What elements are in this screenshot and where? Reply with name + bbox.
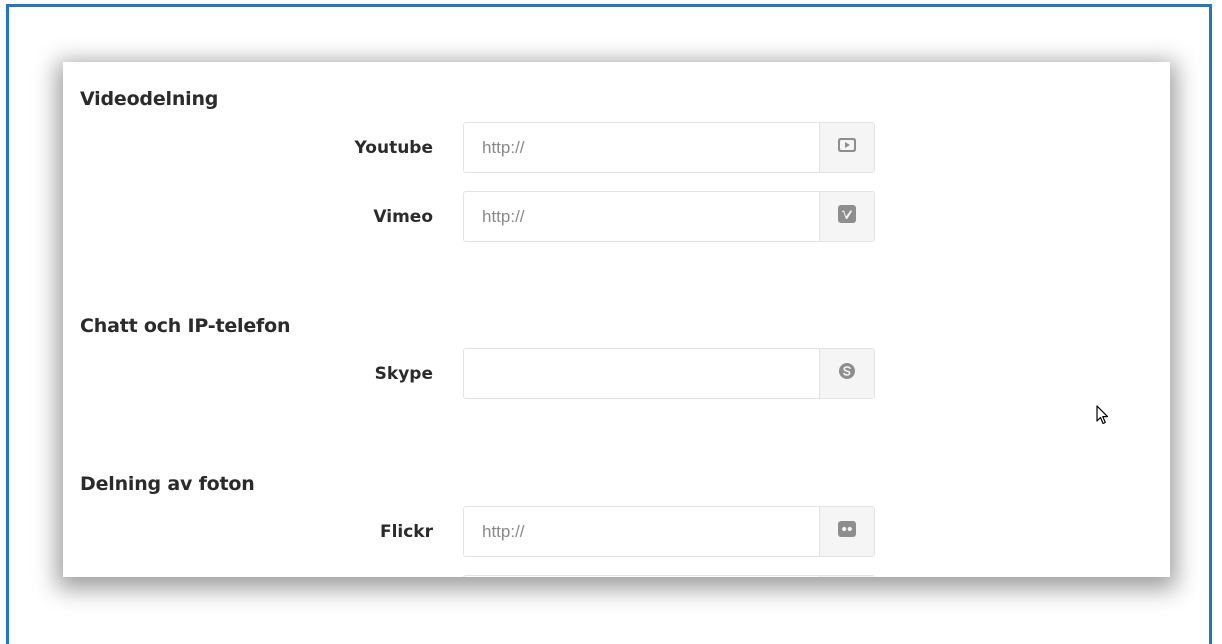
- partial-input-group: [463, 575, 875, 577]
- field-row-skype: Skype: [63, 348, 1170, 400]
- vimeo-addon: [819, 192, 874, 241]
- section-title-chatt-och-ip-telefon: Chatt och IP-telefon: [80, 315, 291, 337]
- flickr-addon: [819, 507, 874, 556]
- section-title-delning-av-foton: Delning av foton: [80, 473, 255, 495]
- skype-input-group: [463, 348, 875, 399]
- skype-label: Skype: [374, 364, 433, 384]
- vimeo-icon: [838, 205, 856, 228]
- vimeo-input-group: [463, 191, 875, 242]
- mouse-cursor-icon: [1096, 405, 1110, 430]
- field-row-youtube: Youtube: [63, 122, 1170, 174]
- youtube-input[interactable]: [464, 123, 819, 172]
- vimeo-label: Vimeo: [373, 207, 433, 227]
- flickr-input[interactable]: [464, 507, 819, 556]
- social-links-panel: Videodelning Youtube Vimeo: [63, 62, 1170, 577]
- flickr-label: Flickr: [379, 522, 433, 542]
- skype-addon: [819, 349, 874, 398]
- vimeo-input[interactable]: [464, 192, 819, 241]
- youtube-addon: [819, 123, 874, 172]
- youtube-label: Youtube: [354, 138, 433, 158]
- field-row-vimeo: Vimeo: [63, 191, 1170, 243]
- partial-addon: [819, 576, 874, 577]
- skype-icon: [838, 362, 856, 385]
- youtube-icon: [837, 137, 857, 158]
- section-title-videodelning: Videodelning: [80, 88, 219, 110]
- field-row-partial: [63, 575, 1170, 577]
- flickr-icon: [838, 521, 856, 542]
- field-row-flickr: Flickr: [63, 506, 1170, 558]
- youtube-input-group: [463, 122, 875, 173]
- flickr-input-group: [463, 506, 875, 557]
- partial-input[interactable]: [464, 576, 819, 577]
- skype-input[interactable]: [464, 349, 819, 398]
